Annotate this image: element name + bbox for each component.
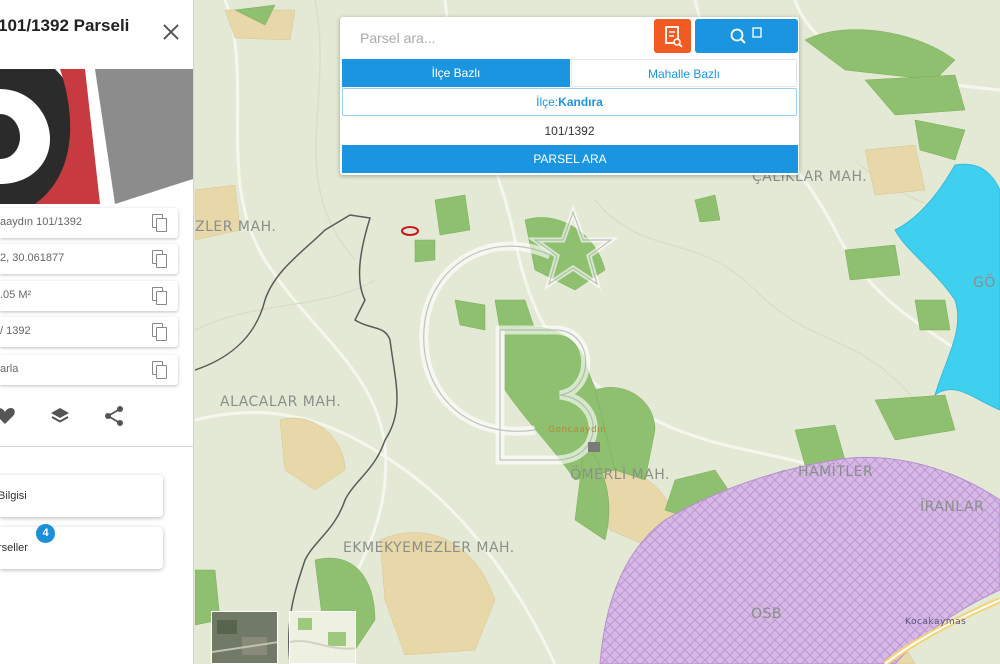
- card-nearby-parcels-text: rseller: [0, 542, 28, 554]
- map-label-go: GÖ: [973, 275, 996, 291]
- info-row-parcel-text: / 1392: [0, 325, 31, 337]
- map-label-hamitler: HAMİTLER: [798, 464, 874, 480]
- card-parcel-info-text: Bilgisi: [0, 490, 27, 502]
- info-row-location-text: aaydın 101/1392: [0, 216, 82, 228]
- brand-logo-image: [0, 69, 193, 204]
- layers-icon-graphic: [51, 408, 69, 423]
- panel-title: 101/1392 Parseli: [0, 16, 130, 35]
- info-row-type: arla: [0, 355, 178, 385]
- heart-icon-graphic: [0, 408, 15, 424]
- heart-icon[interactable]: [0, 405, 16, 427]
- map-label-ekmekyemezler: EKMEKYEMEZLER MAH.: [343, 540, 515, 556]
- copy-icon[interactable]: [152, 287, 167, 305]
- info-row-coordinates-text: 2, 30.061877: [0, 252, 65, 264]
- parcel-search-submit-button[interactable]: PARSEL ARA: [342, 145, 798, 173]
- district-prefix: İlçe:: [536, 95, 559, 109]
- satellite-thumbnail-graphic: [212, 612, 277, 663]
- share-icon[interactable]: [103, 405, 125, 427]
- copy-icon[interactable]: [152, 361, 167, 379]
- info-row-area-text: .05 M²: [0, 289, 32, 301]
- info-row-area: .05 M²: [0, 281, 178, 311]
- map-label-omerli: ÖMERLİ MAH.: [570, 467, 670, 483]
- map-thumbnail-graphic: [290, 612, 355, 663]
- card-parcel-info[interactable]: Bilgisi: [0, 475, 163, 517]
- map-label-osb: OSB: [751, 606, 783, 622]
- tab-neighborhood-based[interactable]: Mahalle Bazlı: [571, 59, 797, 87]
- panel-divider: [0, 446, 193, 447]
- info-row-type-text: arla: [0, 363, 19, 375]
- count-badge: 4: [36, 524, 55, 543]
- share-icon-graphic: [105, 406, 123, 426]
- satellite-basemap-thumbnail[interactable]: [211, 611, 278, 664]
- document-search-icon: [665, 26, 683, 48]
- info-row-coordinates: 2, 30.061877: [0, 244, 178, 274]
- district-value: Kandıra: [558, 95, 603, 109]
- map-label-goncaaydin: Goncaaydın: [548, 425, 607, 435]
- info-row-location: aaydın 101/1392: [0, 208, 178, 238]
- layers-icon[interactable]: [49, 405, 71, 427]
- close-icon[interactable]: [160, 22, 182, 44]
- search-icon: [730, 27, 762, 44]
- parcel-number: 101/1392: [544, 124, 595, 138]
- copy-icon[interactable]: [152, 323, 167, 341]
- map-label-kocakaymas: Kocakaymas: [905, 617, 967, 627]
- card-nearby-parcels[interactable]: rseller: [0, 527, 163, 569]
- info-row-parcel: / 1392: [0, 317, 178, 347]
- parcel-search-panel: İlçe Bazlı Mahalle Bazlı İlçe:Kandıra 10…: [340, 17, 799, 175]
- search-button[interactable]: [695, 19, 798, 53]
- map-label-alacalar: ALACALAR MAH.: [220, 394, 342, 410]
- map-label-zler: ZLER MAH.: [195, 219, 277, 235]
- copy-icon[interactable]: [152, 214, 167, 232]
- parcel-search-input[interactable]: [346, 21, 662, 55]
- copy-icon[interactable]: [152, 250, 167, 268]
- document-search-button[interactable]: [654, 19, 691, 53]
- district-select[interactable]: İlçe:Kandıra: [342, 88, 797, 116]
- tab-district-based[interactable]: İlçe Bazlı: [342, 59, 570, 87]
- map-basemap-thumbnail[interactable]: [289, 611, 356, 664]
- map-label-iranlar: İRANLAR: [920, 499, 985, 515]
- parcel-info-panel: 101/1392 Parseli aaydın 101/1392 2, 30.0…: [0, 0, 194, 664]
